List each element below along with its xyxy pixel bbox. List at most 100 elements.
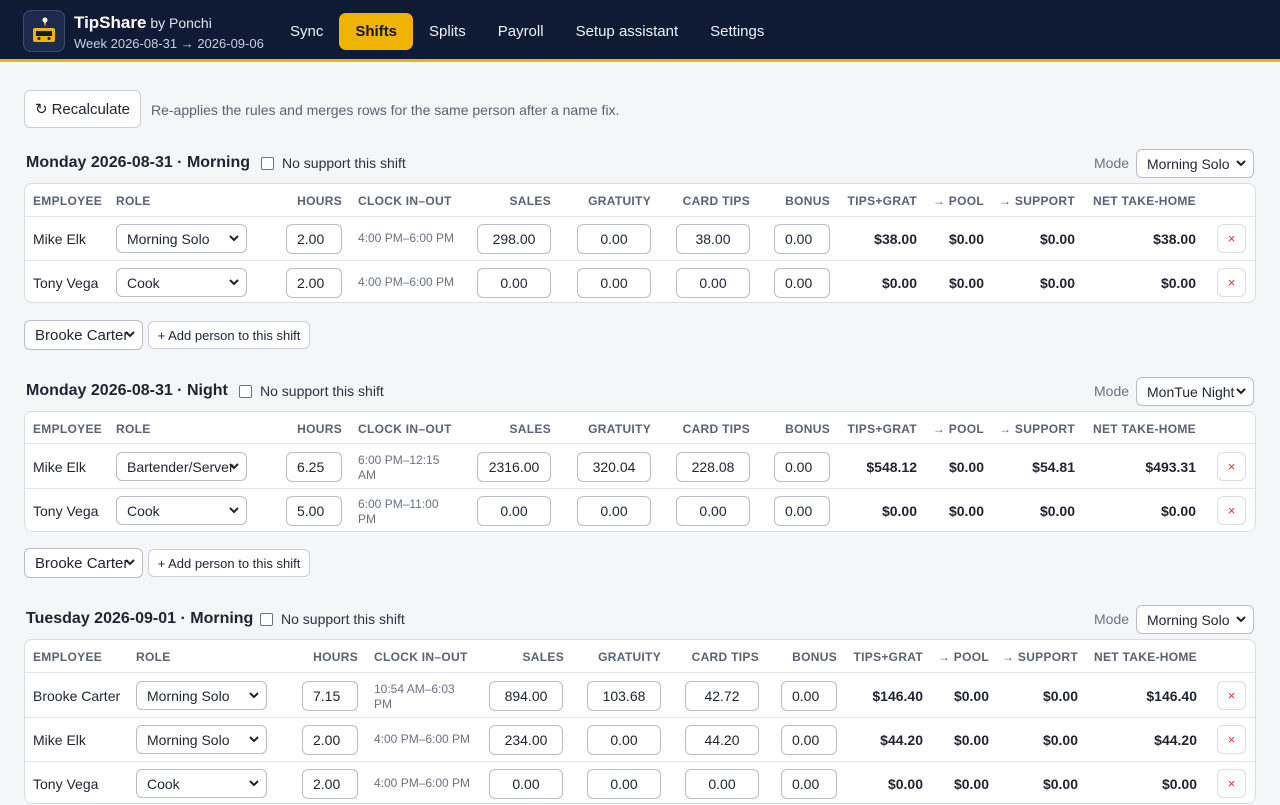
bonus-input[interactable]: 0.00 <box>781 769 837 799</box>
gratuity-input[interactable]: 0.00 <box>587 769 661 799</box>
hours-value: 2.00 <box>297 231 325 247</box>
card-tips-input[interactable]: 38.00 <box>676 224 750 254</box>
remove-row-button[interactable]: × <box>1217 681 1246 710</box>
nav-setup-assistant[interactable]: Setup assistant <box>560 13 695 50</box>
column-header-supp: → SUPPORT <box>998 422 1075 436</box>
checkbox-box[interactable] <box>239 384 252 398</box>
sales-input[interactable]: 0.00 <box>489 769 563 799</box>
hours-input[interactable]: 5.00 <box>286 496 342 526</box>
sales-input[interactable]: 0.00 <box>477 496 551 526</box>
sales-input[interactable]: 234.00 <box>489 725 563 755</box>
bonus-input[interactable]: 0.00 <box>774 452 830 482</box>
no-support-checkbox[interactable]: No support this shift <box>261 155 406 171</box>
hours-input[interactable]: 6.25 <box>286 452 342 482</box>
hours-input[interactable]: 2.00 <box>286 268 342 298</box>
gratuity-input[interactable]: 0.00 <box>577 224 651 254</box>
card-tips-input[interactable]: 0.00 <box>676 496 750 526</box>
card-tips-input[interactable]: 42.72 <box>685 681 759 711</box>
checkbox-box[interactable] <box>261 156 274 170</box>
gratuity-input-value: 0.00 <box>600 275 628 291</box>
nav-shifts[interactable]: Shifts <box>339 13 414 50</box>
card-tips-input[interactable]: 0.00 <box>685 769 759 799</box>
bonus-input[interactable]: 0.00 <box>774 268 830 298</box>
remove-row-button[interactable]: × <box>1217 496 1246 525</box>
role-select[interactable]: Morning Solo <box>136 725 267 754</box>
role-select[interactable]: Cook <box>136 769 267 798</box>
checkbox-box[interactable] <box>260 612 273 626</box>
bonus-input[interactable]: 0.00 <box>781 725 837 755</box>
bonus-input-value: 0.00 <box>785 275 813 291</box>
mode-select[interactable]: Morning Solo <box>1136 605 1254 634</box>
nav-payroll[interactable]: Payroll <box>482 13 560 50</box>
card-tips-input[interactable]: 228.08 <box>676 452 750 482</box>
hours-value: 2.00 <box>297 275 325 291</box>
sales-input[interactable]: 298.00 <box>477 224 551 254</box>
remove-row-button[interactable]: × <box>1217 725 1246 754</box>
column-header-grat: GRATUITY <box>588 422 651 436</box>
gratuity-input-value: 0.00 <box>610 776 638 792</box>
nav-settings[interactable]: Settings <box>694 13 780 50</box>
role-select[interactable]: Morning Solo <box>136 681 267 710</box>
no-support-checkbox[interactable]: No support this shift <box>260 611 405 627</box>
no-support-checkbox[interactable]: No support this shift <box>239 383 384 399</box>
chevron-down-icon <box>1236 160 1246 167</box>
remove-row-button[interactable]: × <box>1217 769 1246 798</box>
tips-grat-value: $0.00 <box>881 275 917 291</box>
hours-input[interactable]: 2.00 <box>286 224 342 254</box>
nav-splits[interactable]: Splits <box>413 13 482 50</box>
mode-select[interactable]: Morning Solo <box>1136 149 1254 178</box>
add-person-button[interactable]: + Add person to this shift <box>148 321 310 349</box>
gratuity-input-value: 320.04 <box>592 459 636 475</box>
card-tips-input-value: 0.00 <box>699 275 727 291</box>
sales-input[interactable]: 2316.00 <box>477 452 551 482</box>
hours-input[interactable]: 2.00 <box>302 769 358 799</box>
add-person-button[interactable]: + Add person to this shift <box>148 549 310 577</box>
column-header-role: ROLE <box>116 422 151 436</box>
column-header-supp: → SUPPORT <box>998 194 1075 208</box>
bonus-input[interactable]: 0.00 <box>774 224 830 254</box>
gratuity-input[interactable]: 0.00 <box>577 268 651 298</box>
gratuity-input[interactable]: 0.00 <box>587 725 661 755</box>
card-tips-input[interactable]: 44.20 <box>685 725 759 755</box>
sales-input-value: 2316.00 <box>488 459 540 475</box>
hours-input[interactable]: 7.15 <box>302 681 358 711</box>
net-take-home-value: $0.00 <box>1161 776 1197 792</box>
chevron-down-icon <box>249 780 259 787</box>
nav-sync[interactable]: Sync <box>274 13 339 50</box>
mode-select[interactable]: MonTue Night <box>1136 377 1254 406</box>
column-header-role: ROLE <box>116 194 151 208</box>
person-select[interactable]: Brooke Carter <box>24 320 143 350</box>
table-row: Mike Elk Morning Solo 2.00 4:00 PM–6:00 PM 2… <box>25 717 1255 761</box>
employee-name: Mike Elk <box>33 732 86 748</box>
role-select[interactable]: Cook <box>116 496 247 525</box>
remove-row-button[interactable]: × <box>1217 224 1246 253</box>
sales-input[interactable]: 894.00 <box>489 681 563 711</box>
sales-input[interactable]: 0.00 <box>477 268 551 298</box>
gratuity-input[interactable]: 320.04 <box>577 452 651 482</box>
no-support-label: No support this shift <box>281 611 405 627</box>
chevron-down-icon <box>125 559 135 566</box>
remove-row-button[interactable]: × <box>1217 268 1246 297</box>
gratuity-input[interactable]: 103.68 <box>587 681 661 711</box>
role-select[interactable]: Cook <box>116 268 247 297</box>
column-header-bonus: BONUS <box>785 422 830 436</box>
net-take-home-value: $38.00 <box>1153 231 1196 247</box>
remove-row-button[interactable]: × <box>1217 452 1246 481</box>
support-value: $54.81 <box>1032 459 1075 475</box>
sales-input-value: 894.00 <box>504 688 548 704</box>
recalculate-button[interactable]: ↻ Recalculate <box>24 90 141 128</box>
person-select[interactable]: Brooke Carter <box>24 548 143 578</box>
hours-input[interactable]: 2.00 <box>302 725 358 755</box>
card-tips-input[interactable]: 0.00 <box>676 268 750 298</box>
role-select[interactable]: Morning Solo <box>116 224 247 253</box>
column-header-net: NET TAKE-HOME <box>1092 422 1196 436</box>
shift-title: Monday 2026-08-31 · Night <box>26 382 228 399</box>
bonus-input[interactable]: 0.00 <box>774 496 830 526</box>
table-row: Brooke Carter Morning Solo 7.15 10:54 AM–6:… <box>25 672 1255 717</box>
gratuity-input[interactable]: 0.00 <box>577 496 651 526</box>
shift-title: Tuesday 2026-09-01 · Morning <box>26 610 254 627</box>
pool-value: $0.00 <box>948 231 984 247</box>
role-value: Bartender/Server <box>127 458 234 475</box>
bonus-input[interactable]: 0.00 <box>781 681 837 711</box>
role-select[interactable]: Bartender/Server <box>116 452 247 481</box>
